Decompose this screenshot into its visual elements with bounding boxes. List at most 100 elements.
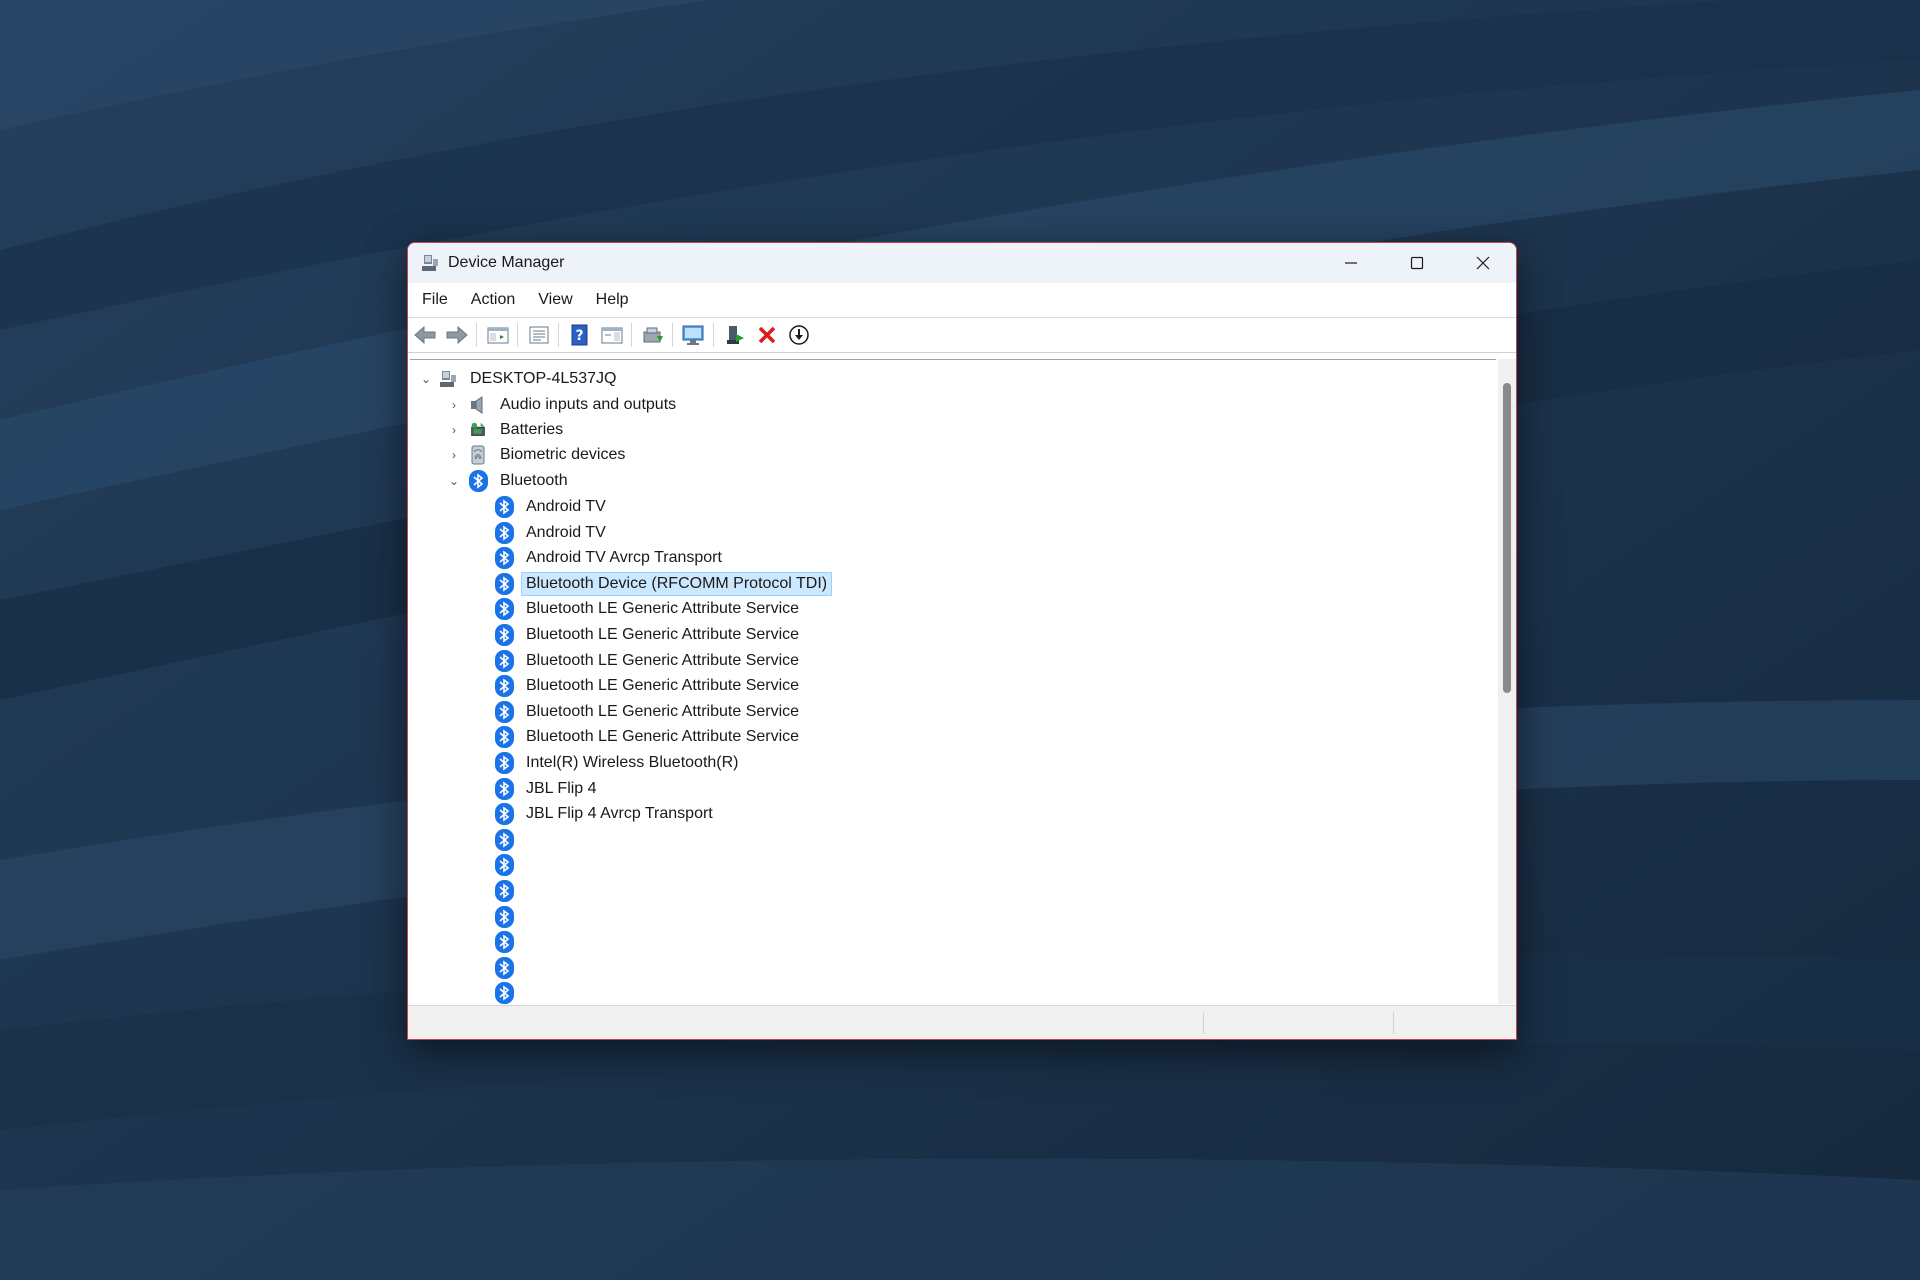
minimize-button[interactable] bbox=[1318, 243, 1384, 283]
help-icon: ? bbox=[571, 324, 588, 346]
bluetooth-device-label: Intel(R) Wireless Bluetooth(R) bbox=[526, 753, 739, 771]
help-button[interactable]: ? bbox=[565, 321, 595, 349]
bluetooth-icon bbox=[494, 802, 514, 825]
bluetooth-icon bbox=[494, 879, 514, 902]
bluetooth-device-item[interactable]: Bluetooth LE Generic Attribute Service bbox=[494, 622, 803, 647]
enable-device-icon bbox=[727, 326, 744, 344]
update-driver-button[interactable] bbox=[638, 321, 668, 349]
bluetooth-device-label: JBL Flip 4 bbox=[526, 779, 597, 797]
toolbar-separator bbox=[672, 323, 673, 347]
menu-bar: File Action View Help bbox=[408, 283, 1516, 318]
scan-hardware-button[interactable] bbox=[679, 321, 709, 349]
disable-device-icon bbox=[789, 325, 809, 345]
toolbar-separator bbox=[631, 323, 632, 347]
bluetooth-device-label: Bluetooth LE Generic Attribute Service bbox=[526, 651, 800, 669]
menu-action[interactable]: Action bbox=[461, 291, 525, 309]
chevron-down-icon[interactable]: ⌄ bbox=[418, 371, 434, 387]
bluetooth-icon bbox=[494, 546, 514, 569]
bluetooth-device-item[interactable]: Bluetooth Device (RFCOMM Protocol TDI) bbox=[494, 571, 833, 596]
battery-icon bbox=[468, 420, 488, 440]
bluetooth-device-item[interactable]: Android TV Avrcp Transport bbox=[494, 545, 726, 570]
enable-device-button[interactable] bbox=[720, 321, 750, 349]
chevron-right-icon[interactable]: › bbox=[446, 397, 462, 413]
bluetooth-device-item[interactable] bbox=[494, 852, 530, 877]
bluetooth-device-item[interactable]: Bluetooth LE Generic Attribute Service bbox=[494, 699, 803, 724]
properties-icon bbox=[529, 326, 549, 344]
bluetooth-device-item[interactable]: Intel(R) Wireless Bluetooth(R) bbox=[494, 750, 743, 775]
bluetooth-device-item[interactable] bbox=[494, 955, 530, 980]
bluetooth-icon bbox=[494, 777, 514, 800]
bluetooth-icon bbox=[494, 956, 514, 979]
bluetooth-icon bbox=[494, 649, 514, 672]
chevron-down-icon[interactable]: ⌄ bbox=[446, 473, 462, 489]
maximize-button[interactable] bbox=[1384, 243, 1450, 283]
menu-help[interactable]: Help bbox=[586, 291, 639, 309]
device-manager-window: Device Manager File Action View Help ? ⌄… bbox=[407, 242, 1517, 1040]
menu-view[interactable]: View bbox=[528, 291, 582, 309]
bluetooth-icon bbox=[494, 930, 514, 953]
bluetooth-device-label bbox=[522, 940, 530, 944]
fingerprint-icon bbox=[468, 445, 488, 465]
bluetooth-device-item[interactable]: Bluetooth LE Generic Attribute Service bbox=[494, 596, 803, 621]
bluetooth-icon bbox=[494, 700, 514, 723]
tree-root-label: DESKTOP-4L537JQ bbox=[470, 369, 617, 387]
bluetooth-device-label bbox=[522, 863, 530, 867]
bluetooth-device-item[interactable]: JBL Flip 4 bbox=[494, 776, 601, 801]
window-title: Device Manager bbox=[448, 254, 565, 271]
bluetooth-device-item[interactable] bbox=[494, 980, 530, 1005]
tree-root[interactable]: ⌄ DESKTOP-4L537JQ bbox=[418, 366, 620, 391]
tree-category-biometric[interactable]: › Biometric devices bbox=[446, 442, 629, 467]
speaker-icon bbox=[468, 395, 488, 415]
forward-button[interactable] bbox=[442, 321, 472, 349]
properties-button[interactable] bbox=[524, 321, 554, 349]
bluetooth-icon bbox=[494, 751, 514, 774]
back-button[interactable] bbox=[410, 321, 440, 349]
bluetooth-device-item[interactable]: JBL Flip 4 Avrcp Transport bbox=[494, 801, 717, 826]
status-segment bbox=[1203, 1012, 1204, 1034]
uninstall-device-button[interactable] bbox=[752, 321, 782, 349]
action-pane-icon bbox=[601, 327, 623, 344]
bluetooth-device-item[interactable]: Android TV bbox=[494, 494, 610, 519]
bluetooth-device-item[interactable] bbox=[494, 929, 530, 954]
status-bar bbox=[408, 1005, 1516, 1039]
computer-icon bbox=[438, 369, 458, 389]
bluetooth-device-item[interactable] bbox=[494, 878, 530, 903]
bluetooth-device-item[interactable] bbox=[494, 904, 530, 929]
tree-category-bluetooth[interactable]: ⌄ Bluetooth bbox=[446, 468, 572, 493]
action-pane-button[interactable] bbox=[597, 321, 627, 349]
chevron-right-icon[interactable]: › bbox=[446, 447, 462, 463]
bluetooth-device-item[interactable]: Bluetooth LE Generic Attribute Service bbox=[494, 724, 803, 749]
bluetooth-device-label: Bluetooth LE Generic Attribute Service bbox=[526, 625, 800, 643]
close-button[interactable] bbox=[1450, 243, 1516, 283]
tree-category-label: Audio inputs and outputs bbox=[500, 395, 677, 413]
bluetooth-device-label: Bluetooth LE Generic Attribute Service bbox=[526, 702, 800, 720]
bluetooth-icon bbox=[494, 597, 514, 620]
tree-category-batteries[interactable]: › Batteries bbox=[446, 417, 567, 442]
forward-arrow-icon bbox=[446, 325, 468, 345]
menu-file[interactable]: File bbox=[412, 291, 458, 309]
tree-category-audio[interactable]: › Audio inputs and outputs bbox=[446, 392, 680, 417]
device-tree[interactable]: ⌄ DESKTOP-4L537JQ › Audio inputs and out… bbox=[410, 359, 1496, 1005]
svg-text:?: ? bbox=[575, 328, 583, 344]
bluetooth-device-label: Bluetooth LE Generic Attribute Service bbox=[526, 676, 800, 694]
toolbar-separator bbox=[713, 323, 714, 347]
bluetooth-device-item[interactable]: Android TV bbox=[494, 520, 610, 545]
bluetooth-icon bbox=[494, 674, 514, 697]
show-hide-tree-button[interactable] bbox=[483, 321, 513, 349]
bluetooth-device-label: Android TV Avrcp Transport bbox=[526, 548, 722, 566]
bluetooth-device-label bbox=[522, 889, 530, 893]
bluetooth-icon bbox=[494, 623, 514, 646]
bluetooth-device-item[interactable]: Bluetooth LE Generic Attribute Service bbox=[494, 673, 803, 698]
bluetooth-icon bbox=[494, 495, 514, 518]
disable-device-button[interactable] bbox=[784, 321, 814, 349]
vertical-scrollbar[interactable] bbox=[1498, 359, 1516, 1004]
bluetooth-icon bbox=[494, 521, 514, 544]
close-icon bbox=[1476, 256, 1490, 270]
bluetooth-device-item[interactable] bbox=[494, 827, 530, 852]
scrollbar-thumb[interactable] bbox=[1503, 383, 1511, 693]
chevron-right-icon[interactable]: › bbox=[446, 422, 462, 438]
bluetooth-device-label: JBL Flip 4 Avrcp Transport bbox=[526, 804, 713, 822]
bluetooth-device-label bbox=[522, 838, 530, 842]
bluetooth-device-item[interactable]: Bluetooth LE Generic Attribute Service bbox=[494, 648, 803, 673]
title-bar[interactable]: Device Manager bbox=[408, 243, 1516, 283]
